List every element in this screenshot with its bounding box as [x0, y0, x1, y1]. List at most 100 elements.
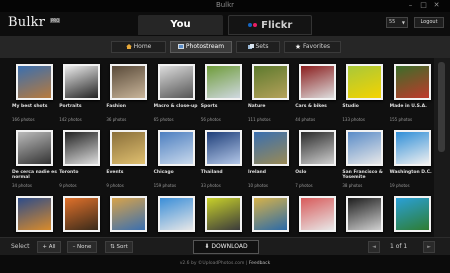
- set-cover-photo: [18, 132, 51, 164]
- feedback-link[interactable]: Feedback: [249, 261, 270, 266]
- set-thumbnail[interactable]: [393, 130, 431, 166]
- set-photo-count: 7 photos: [295, 183, 313, 188]
- set-name: Washington D.C.: [389, 170, 432, 175]
- set-thumbnail[interactable]: [204, 196, 242, 232]
- set-photo-count: 19 photos: [389, 183, 410, 188]
- photostream-icon: [177, 44, 184, 49]
- version-credit: v2.6 by ©UploadPhotos.com: [179, 261, 245, 266]
- set-cover-photo: [112, 66, 146, 98]
- set-thumbnail[interactable]: [299, 64, 337, 100]
- set-thumbnail[interactable]: [157, 130, 195, 166]
- set-cover-photo: [65, 66, 99, 98]
- minimize-icon[interactable]: –: [405, 1, 416, 10]
- set-thumbnail[interactable]: [393, 196, 431, 232]
- per-page-select[interactable]: 55 ▼: [386, 17, 408, 28]
- set-thumbnail[interactable]: [110, 64, 148, 100]
- set-thumbnail[interactable]: [346, 130, 384, 166]
- set-thumbnail[interactable]: [299, 196, 337, 232]
- logo-badge: PRO: [50, 18, 61, 23]
- set-cover-photo: [395, 66, 429, 98]
- pagination: ◄ 1 of 1 ►: [365, 241, 435, 253]
- set-photo-count: 34 photos: [12, 183, 32, 188]
- app-footer: v2.6 by ©UploadPhotos.com | Feedback: [0, 255, 450, 273]
- maximize-icon[interactable]: □: [418, 1, 429, 10]
- download-button[interactable]: ⬇ DOWNLOAD: [193, 240, 259, 254]
- nav-favorites-label: Favorites: [302, 43, 331, 50]
- set-thumbnail[interactable]: [252, 64, 289, 100]
- set-thumbnail[interactable]: [157, 64, 195, 100]
- set-name: Thailand: [200, 170, 223, 175]
- set-name: Made in U.S.A.: [389, 104, 427, 109]
- set-name: Events: [106, 170, 124, 175]
- select-all-button[interactable]: + All: [37, 241, 61, 253]
- set-thumbnail[interactable]: [393, 64, 431, 100]
- star-icon: [295, 44, 301, 49]
- set-thumbnail[interactable]: [63, 64, 101, 100]
- nav-photostream-label: Photostream: [185, 43, 225, 50]
- chevron-down-icon: ▼: [401, 20, 405, 25]
- prev-page-button[interactable]: ◄: [368, 241, 380, 253]
- set-thumbnail[interactable]: [346, 196, 384, 232]
- app-header: Bulkr PRO You Flickr: [0, 12, 450, 36]
- close-icon[interactable]: ✕: [431, 1, 442, 10]
- sets-icon: [247, 44, 254, 49]
- window-titlebar: Bulkr – □ ✕: [0, 0, 450, 12]
- sort-button[interactable]: ⇅ Sort: [105, 241, 133, 253]
- set-name: Portraits: [59, 104, 82, 109]
- set-photo-count: 9 photos: [106, 183, 124, 188]
- set-thumbnail[interactable]: [204, 130, 242, 166]
- set-cover-photo: [206, 198, 240, 230]
- set-thumbnail[interactable]: [252, 196, 289, 232]
- set-cover-photo: [112, 132, 146, 164]
- set-cover-photo: [65, 198, 99, 230]
- set-cover-photo: [206, 132, 240, 164]
- set-photo-count: 10 photos: [248, 183, 268, 188]
- set-thumbnail[interactable]: [299, 130, 337, 166]
- flickr-logo-blue-dot-icon: [247, 23, 252, 27]
- tab-you[interactable]: You: [138, 15, 223, 35]
- set-name: Chicago: [153, 170, 174, 175]
- set-thumbnail[interactable]: [16, 130, 53, 166]
- set-thumbnail[interactable]: [252, 130, 289, 166]
- set-thumbnail[interactable]: [204, 64, 242, 100]
- next-page-button[interactable]: ►: [423, 241, 435, 253]
- select-none-button[interactable]: – None: [67, 241, 97, 253]
- set-name: Toronto: [59, 170, 79, 175]
- scrollbar-thumb[interactable]: [438, 62, 445, 152]
- set-cover-photo: [206, 66, 240, 98]
- set-thumbnail[interactable]: [110, 196, 148, 232]
- set-cover-photo: [395, 132, 429, 164]
- set-photo-count: 9 photos: [59, 183, 77, 188]
- nav-sets-label: Sets: [255, 43, 269, 50]
- nav-photostream-button[interactable]: Photostream: [170, 41, 232, 53]
- set-cover-photo: [159, 132, 193, 164]
- app-logo: Bulkr: [8, 15, 46, 30]
- home-icon: [125, 44, 132, 49]
- set-cover-photo: [65, 132, 99, 164]
- set-name: Nature: [248, 104, 266, 109]
- tab-flickr[interactable]: Flickr: [228, 15, 312, 35]
- vertical-scrollbar[interactable]: [434, 58, 450, 237]
- set-cover-photo: [348, 198, 382, 230]
- set-thumbnail[interactable]: [16, 196, 53, 232]
- per-page-value: 55: [389, 19, 396, 25]
- set-cover-photo: [395, 198, 429, 230]
- set-thumbnail[interactable]: [346, 64, 384, 100]
- logout-button[interactable]: Logout: [414, 17, 444, 28]
- set-thumbnail[interactable]: [157, 196, 195, 232]
- set-cover-photo: [348, 132, 382, 164]
- nav-home-button[interactable]: Home: [111, 41, 166, 53]
- set-name: Cars & bikes: [295, 104, 327, 109]
- nav-sets-button[interactable]: Sets: [236, 41, 280, 53]
- set-cover-photo: [254, 132, 287, 164]
- set-thumbnail[interactable]: [110, 130, 148, 166]
- set-name: Studio: [342, 104, 359, 109]
- set-photo-count: 142 photos: [59, 117, 82, 122]
- set-cover-photo: [18, 66, 51, 98]
- set-thumbnail[interactable]: [63, 196, 101, 232]
- set-thumbnail[interactable]: [63, 130, 101, 166]
- set-thumbnail[interactable]: [16, 64, 53, 100]
- tab-flickr-label: Flickr: [261, 20, 293, 31]
- nav-favorites-button[interactable]: Favorites: [284, 41, 341, 53]
- set-cover-photo: [254, 198, 287, 230]
